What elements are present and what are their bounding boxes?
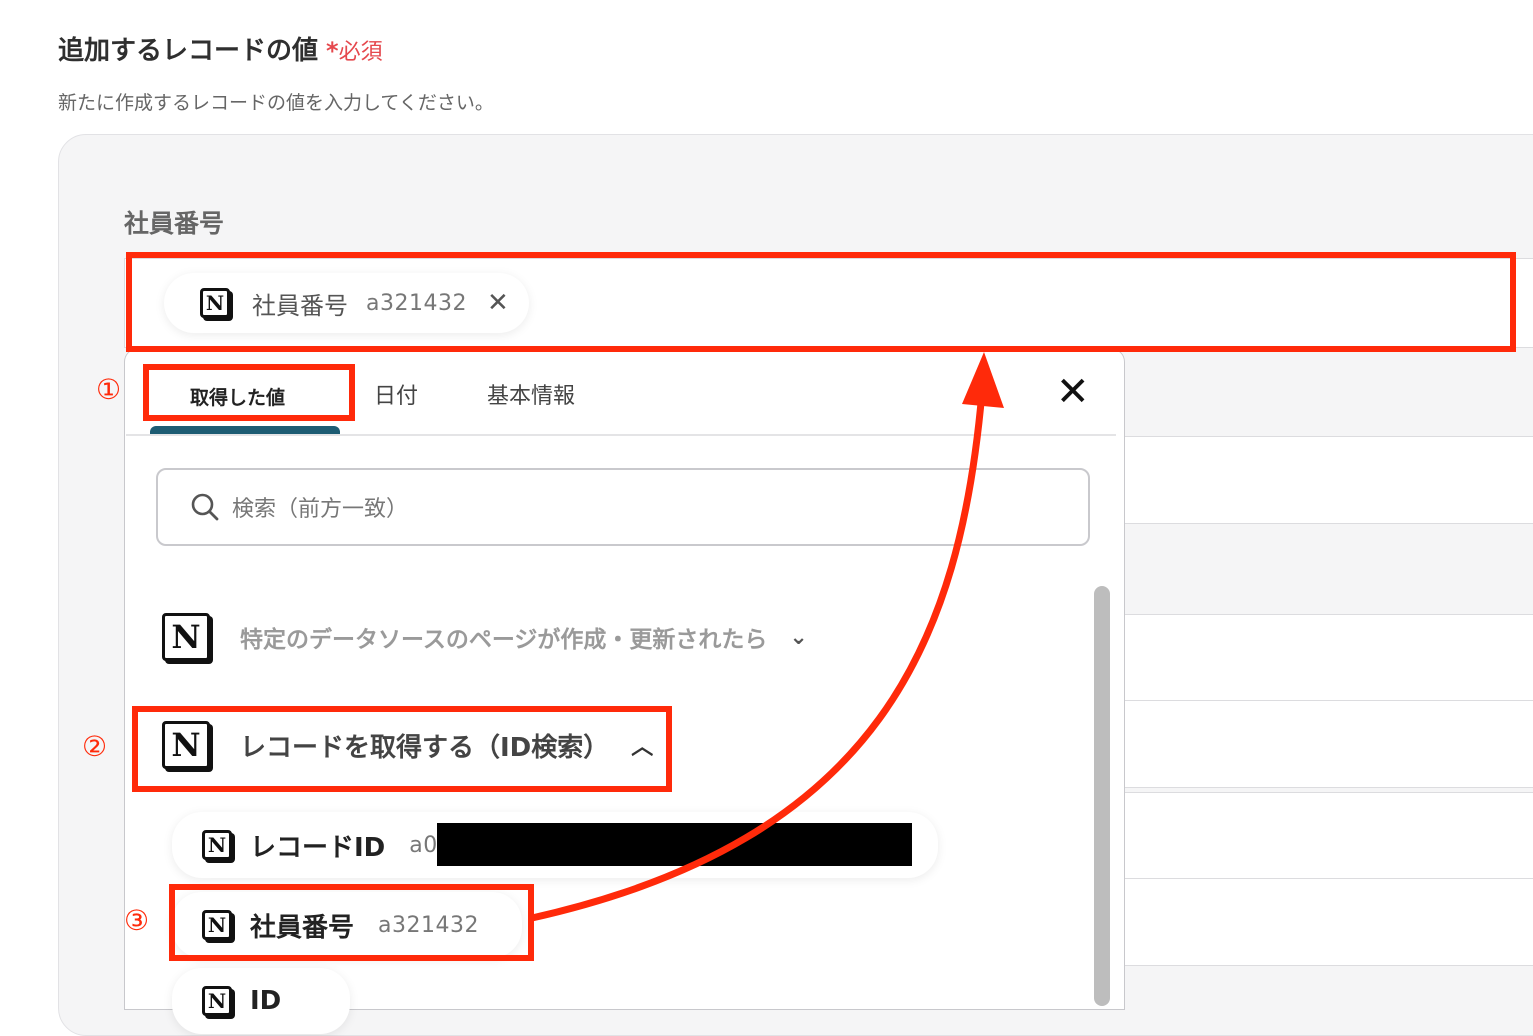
annotation-arrow (528, 352, 1004, 922)
